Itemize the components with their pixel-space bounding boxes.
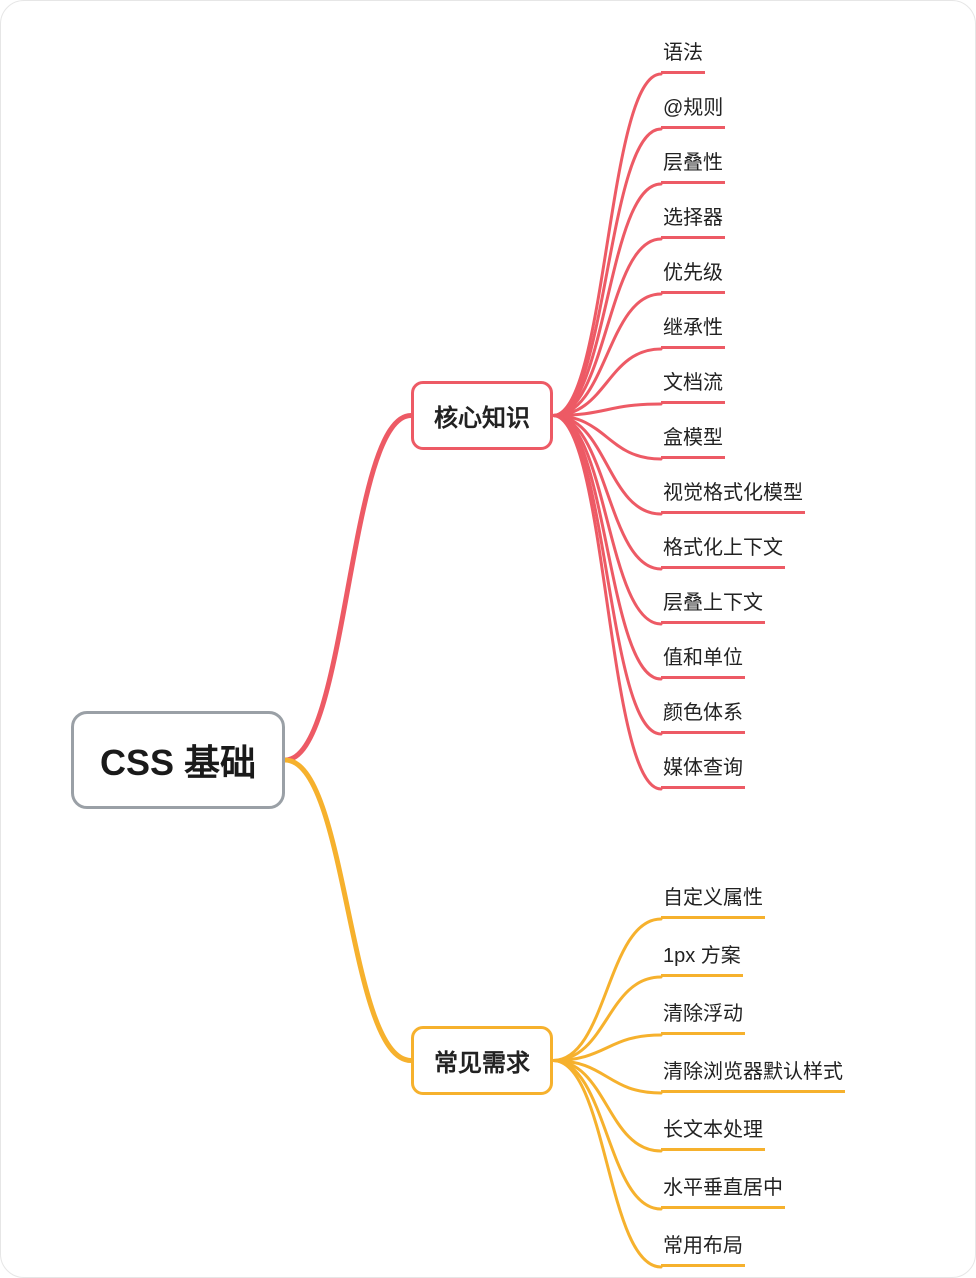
leaf-needs-3[interactable]: 清除浏览器默认样式 bbox=[661, 1055, 845, 1093]
leaf-core-10[interactable]: 层叠上下文 bbox=[661, 586, 765, 624]
leaf-core-5[interactable]: 继承性 bbox=[661, 311, 725, 349]
leaf-core-12[interactable]: 颜色体系 bbox=[661, 696, 745, 734]
leaf-core-9[interactable]: 格式化上下文 bbox=[661, 531, 785, 569]
leaf-core-2[interactable]: 层叠性 bbox=[661, 146, 725, 184]
leaf-core-7[interactable]: 盒模型 bbox=[661, 421, 725, 459]
leaf-core-8[interactable]: 视觉格式化模型 bbox=[661, 476, 805, 514]
branch-needs[interactable]: 常见需求 bbox=[411, 1026, 553, 1095]
leaf-core-3[interactable]: 选择器 bbox=[661, 201, 725, 239]
root-node[interactable]: CSS 基础 bbox=[71, 711, 285, 809]
leaf-needs-6[interactable]: 常用布局 bbox=[661, 1229, 745, 1267]
leaf-core-13[interactable]: 媒体查询 bbox=[661, 751, 745, 789]
leaf-needs-2[interactable]: 清除浮动 bbox=[661, 997, 745, 1035]
mindmap-stage: CSS 基础 核心知识 语法 @规则层叠性选择器优先级继承性文档流盒模型视觉格式化模型… bbox=[0, 0, 976, 1278]
branch-core[interactable]: 核心知识 bbox=[411, 381, 553, 450]
leaf-core-6[interactable]: 文档流 bbox=[661, 366, 725, 404]
leaf-core-11[interactable]: 值和单位 bbox=[661, 641, 745, 679]
leaf-needs-0[interactable]: 自定义属性 bbox=[661, 881, 765, 919]
leaf-core-1[interactable]: @规则 bbox=[661, 91, 725, 129]
leaf-needs-1[interactable]: 1px 方案 bbox=[661, 939, 743, 977]
leaf-core-0[interactable]: 语法 bbox=[661, 36, 705, 74]
leaf-core-4[interactable]: 优先级 bbox=[661, 256, 725, 294]
leaf-needs-4[interactable]: 长文本处理 bbox=[661, 1113, 765, 1151]
leaf-needs-5[interactable]: 水平垂直居中 bbox=[661, 1171, 785, 1209]
